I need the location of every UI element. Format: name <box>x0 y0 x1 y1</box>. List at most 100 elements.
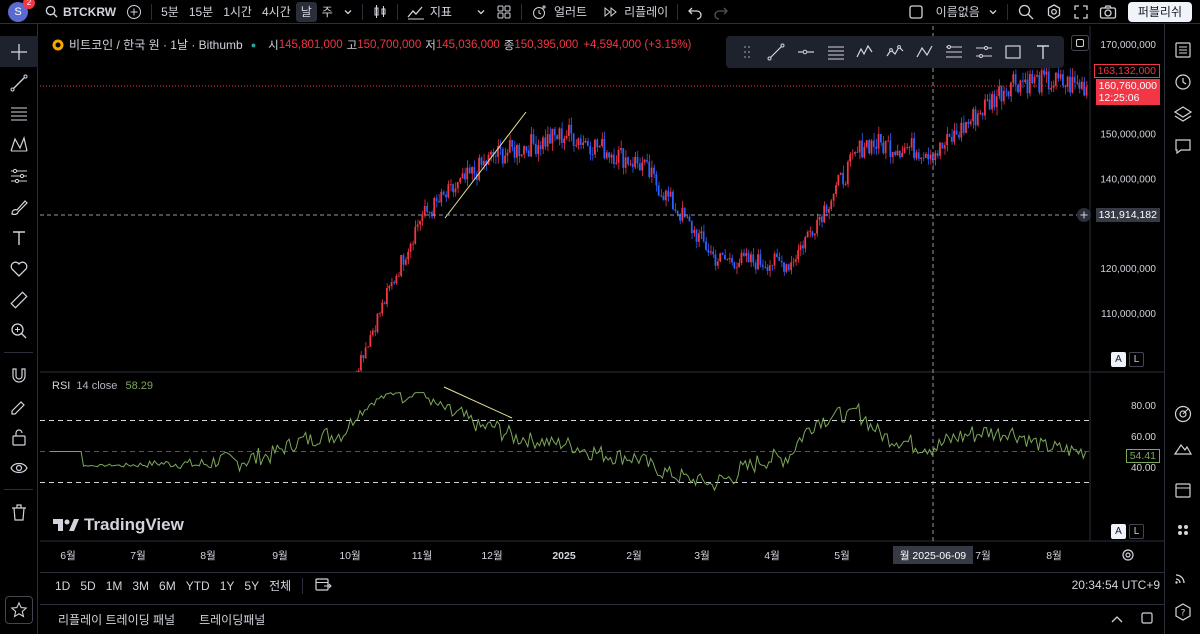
range-1m[interactable]: 1M <box>101 579 128 593</box>
quick-search-button[interactable] <box>1012 0 1040 24</box>
time-zone-clock[interactable]: 20:34:54 UTC+9 <box>1072 578 1160 592</box>
fav-text[interactable] <box>1032 41 1054 63</box>
time-axis-settings-button[interactable] <box>1121 548 1135 565</box>
replay-button[interactable]: 리플레이 <box>598 0 673 24</box>
interval-1d[interactable]: 날 <box>295 1 317 22</box>
chart-type-button[interactable] <box>367 0 393 24</box>
fav-abcd[interactable] <box>914 41 936 63</box>
brush-tool[interactable] <box>0 191 38 222</box>
fav-fib[interactable] <box>943 41 965 63</box>
trendline-tool[interactable] <box>0 67 38 98</box>
fav-date-range[interactable] <box>973 41 995 63</box>
ideas-button[interactable] <box>1165 432 1200 464</box>
fav-parallel-channel[interactable] <box>825 41 847 63</box>
auto-scale-button[interactable]: A <box>1111 352 1126 367</box>
redo-icon <box>714 7 729 20</box>
alert-button[interactable]: 얼러트 <box>526 0 592 24</box>
watchlist-button[interactable] <box>1165 34 1200 66</box>
pattern-tool[interactable] <box>0 129 38 160</box>
candle-body <box>508 139 511 153</box>
symbol-title: 비트코인 / 한국 원 · 1날 · Bithumb <box>69 38 243 52</box>
screener-button[interactable] <box>1165 398 1200 430</box>
chat-button[interactable] <box>1165 130 1200 162</box>
remove-drawings-tool[interactable] <box>0 496 38 527</box>
calendar-button[interactable] <box>1165 474 1200 506</box>
tab-trading-panel[interactable]: 트레이딩패널 <box>199 611 265 628</box>
fav-horizontal-ray[interactable] <box>795 41 817 63</box>
interval-dropdown[interactable] <box>338 0 358 24</box>
favorites-button[interactable] <box>5 596 33 624</box>
hide-drawings-tool[interactable] <box>0 452 38 483</box>
settings-button[interactable] <box>1040 0 1068 24</box>
magnet-tool[interactable] <box>0 359 38 390</box>
fav-pattern[interactable] <box>854 41 876 63</box>
log-scale-button[interactable]: L <box>1129 352 1144 367</box>
tab-replay-trading-panel[interactable]: 리플레이 트레이딩 패널 <box>58 611 175 628</box>
fib-retracement-icon <box>946 45 963 58</box>
candle-body <box>423 206 426 216</box>
interval-15m[interactable]: 15분 <box>184 0 218 24</box>
ruler-tool[interactable] <box>0 284 38 315</box>
keep-drawing-tool[interactable] <box>0 390 38 421</box>
interval-5m[interactable]: 5분 <box>156 0 184 24</box>
rsi-auto-scale-button[interactable]: A <box>1111 524 1126 539</box>
fav-rectangle[interactable] <box>1002 41 1024 63</box>
range-5y[interactable]: 5Y <box>239 579 264 593</box>
interval-1h[interactable]: 1시간 <box>218 0 257 24</box>
prediction-tool[interactable] <box>0 160 38 191</box>
interval-4h[interactable]: 4시간 <box>257 0 296 24</box>
add-alert-plus-button[interactable] <box>1077 208 1091 222</box>
streams-button[interactable] <box>1165 560 1200 592</box>
range-5d[interactable]: 5D <box>75 579 100 593</box>
candle-body <box>1024 79 1026 83</box>
icon-tool[interactable] <box>0 253 38 284</box>
candle-body <box>844 184 847 186</box>
lock-drawings-tool[interactable] <box>0 421 38 452</box>
candle-body <box>806 231 809 238</box>
snapshot-button[interactable] <box>1094 0 1122 24</box>
apps-button[interactable] <box>1165 514 1200 546</box>
fav-trendline[interactable] <box>765 41 787 63</box>
candle-body <box>655 173 658 186</box>
fullscreen-button[interactable] <box>1068 0 1094 24</box>
zoom-tool[interactable] <box>0 315 38 346</box>
fib-tool[interactable] <box>0 98 38 129</box>
candle-body <box>608 152 610 158</box>
layout-select[interactable]: 이름없음 <box>903 0 1003 24</box>
text-tool[interactable] <box>0 222 38 253</box>
user-avatar[interactable]: S 2 <box>8 0 35 22</box>
high-label: 고 <box>346 39 358 52</box>
rsi-drawn-trendline <box>443 386 513 419</box>
range-6m[interactable]: 6M <box>154 579 181 593</box>
indicators-dropdown[interactable] <box>471 0 491 24</box>
maximize-panel-button[interactable] <box>1140 611 1154 628</box>
price-tick-label: 110,000,000 <box>1101 309 1156 320</box>
crosshair-tool[interactable] <box>0 36 38 67</box>
collapse-panel-button[interactable] <box>1110 613 1124 627</box>
price-chart[interactable]: 170,000,000 150,000,000 140,000,000 120,000… <box>40 26 1164 568</box>
candle-body <box>778 256 781 261</box>
interval-1w[interactable]: 주 <box>317 0 338 24</box>
range-ytd[interactable]: YTD <box>181 579 215 593</box>
range-1y[interactable]: 1Y <box>215 579 240 593</box>
symbol-search[interactable]: BTCKRW <box>40 0 121 24</box>
candle-body <box>927 154 930 160</box>
rsi-log-scale-button[interactable]: L <box>1129 524 1144 539</box>
undo-button[interactable] <box>682 0 708 24</box>
fav-wave[interactable] <box>884 41 906 63</box>
indicators-button[interactable]: 지표 <box>402 0 457 24</box>
close-label: 종 <box>503 39 515 52</box>
range-all[interactable]: 전체 <box>264 577 296 594</box>
redo-button[interactable] <box>708 0 734 24</box>
compare-symbol-button[interactable] <box>121 0 147 24</box>
drag-handle[interactable] <box>736 41 758 63</box>
help-button[interactable]: ? <box>1165 596 1200 628</box>
object-tree-button[interactable] <box>1165 98 1200 130</box>
range-1d[interactable]: 1D <box>50 579 75 593</box>
publish-button[interactable]: 퍼블리쉬 <box>1127 1 1192 22</box>
goto-date-button[interactable] <box>309 576 337 595</box>
range-3m[interactable]: 3M <box>127 579 154 593</box>
alerts-panel-button[interactable] <box>1165 66 1200 98</box>
templates-button[interactable] <box>491 0 517 24</box>
restore-pane-button[interactable] <box>1071 35 1089 51</box>
